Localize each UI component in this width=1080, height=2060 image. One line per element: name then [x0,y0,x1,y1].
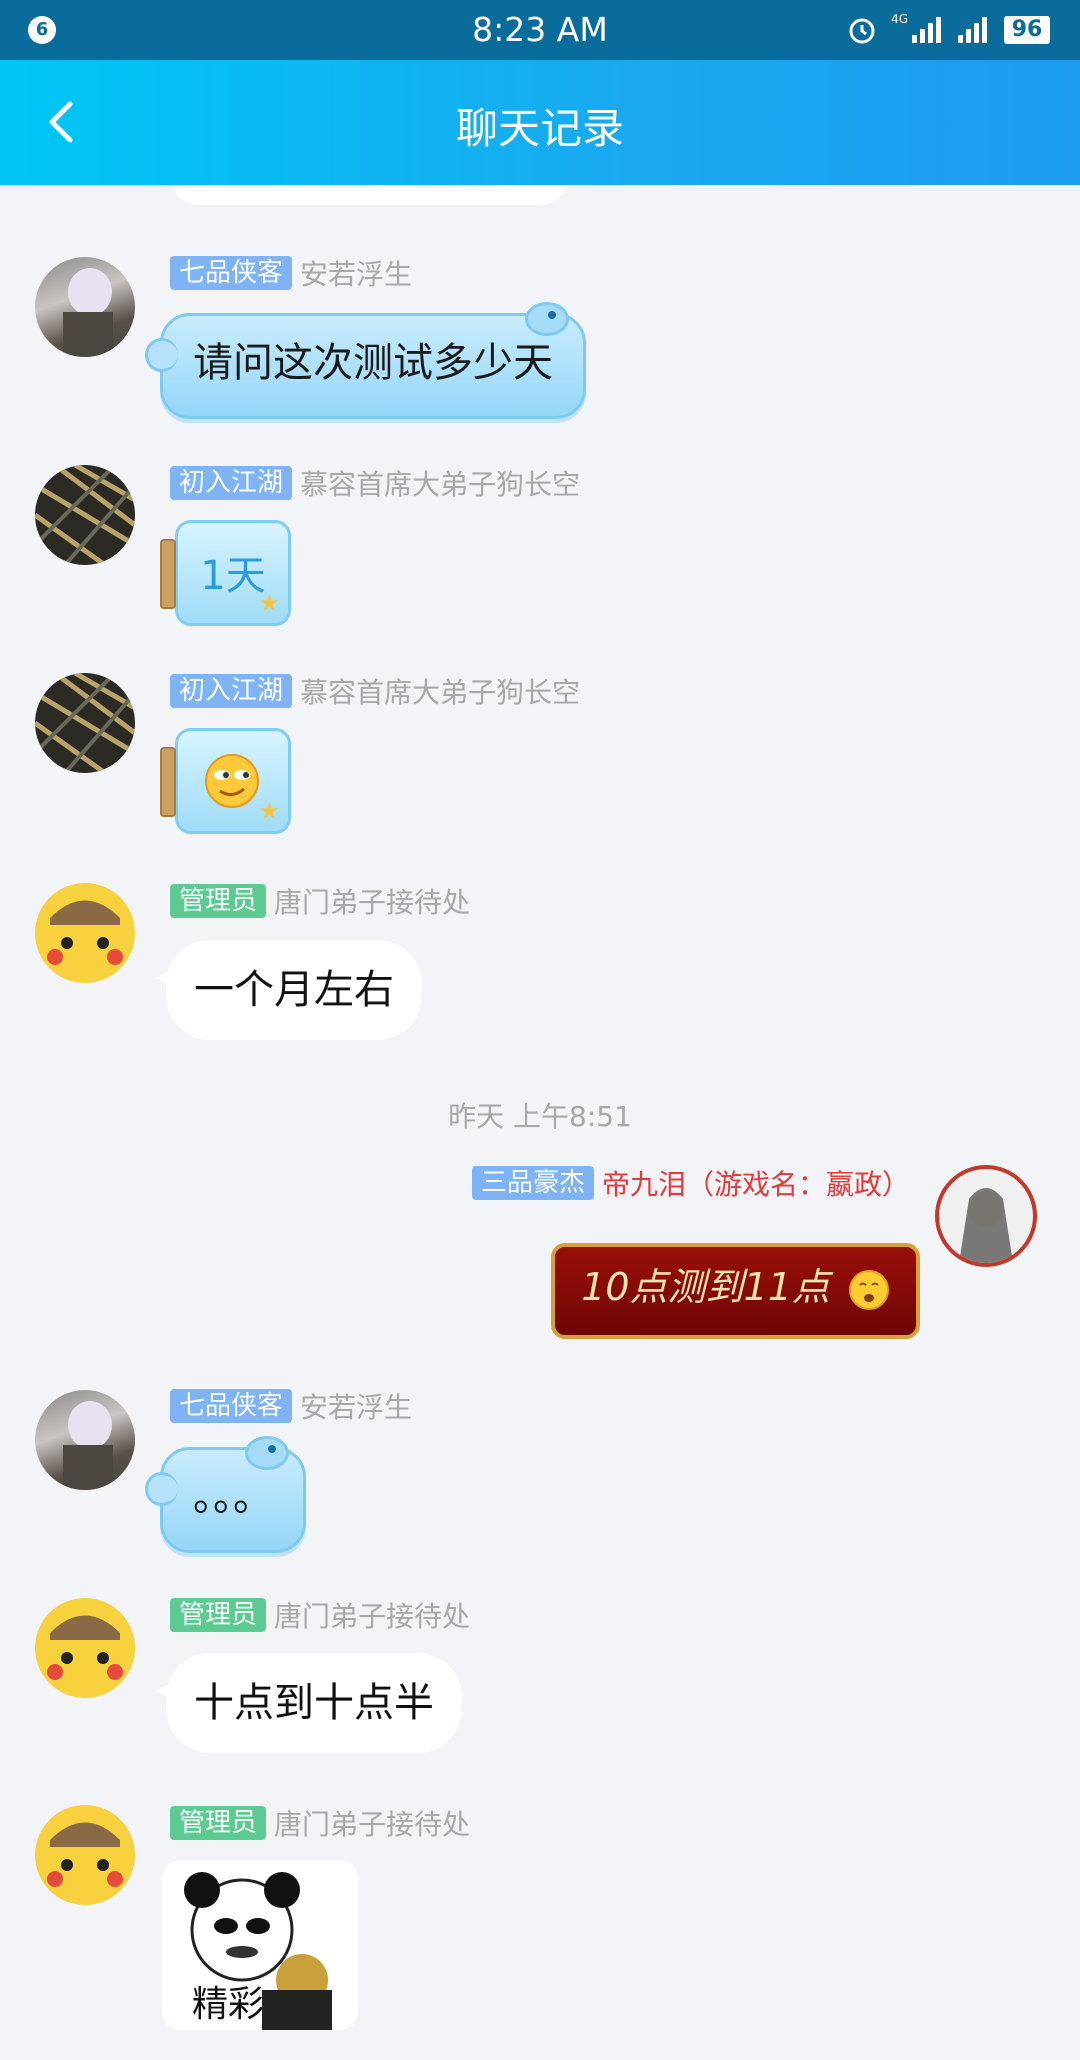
star-icon: ★ [258,797,280,825]
partial-bubble [170,185,570,205]
sender-row: 七品侠客 安若浮生 [170,255,412,291]
message-bubble[interactable]: 请问这次测试多少天 [145,302,586,419]
alarm-icon [849,18,875,44]
sender-name: 唐门弟子接待处 [274,1600,471,1633]
rank-tag: 管理员 [170,1806,267,1840]
avatar[interactable] [35,465,135,565]
star-icon: ★ [258,589,280,617]
yawn-emoji-icon [849,1269,889,1310]
message-bubble[interactable]: 一个月左右 [156,940,422,1040]
message-bubble[interactable]: 。。。 [145,1436,306,1553]
timestamp: 昨天 上午8:51 [448,1100,632,1133]
status-icons: 4G 96 [847,12,1050,48]
battery-indicator: 96 [1004,16,1050,44]
sender-name: 帝九泪（游戏名：嬴政） [601,1168,910,1201]
rank-tag: 初入江湖 [170,674,293,708]
avatar[interactable] [35,1598,135,1698]
sticker-message[interactable]: 精彩 [162,1860,358,2030]
sender-row: 三品豪杰 帝九泪（游戏名：嬴政） [471,1165,910,1201]
message-text: 一个月左右 [194,967,394,1013]
avatar[interactable] [35,883,135,983]
page-title: 聊天记录 [455,104,624,153]
status-bar: 6 8:23 AM 4G 96 [0,0,1080,60]
sender-row: 初入江湖 慕容首席大弟子狗长空 [170,673,580,709]
sender-name: 唐门弟子接待处 [274,886,471,919]
network-type: 4G [891,12,908,26]
message-text: 10点测到11点 [581,1265,830,1309]
chat-list[interactable]: 七品侠客 安若浮生 请问这次测试多少天 初入江湖 慕容首席大弟子狗长空 1天 ★… [0,185,1080,2060]
smirk-emoji-icon [205,754,259,808]
message-bubble[interactable]: ★ [160,728,291,834]
avatar[interactable] [35,1805,135,1905]
sender-row: 管理员 唐门弟子接待处 [170,1597,470,1633]
rank-tag: 三品豪杰 [471,1166,594,1200]
avatar[interactable] [35,673,135,773]
rank-tag: 七品侠客 [170,1389,293,1423]
title-bar: 聊天记录 [0,60,1080,185]
sticker-caption: 精彩 [192,1984,265,2025]
sender-name: 唐门弟子接待处 [274,1808,471,1841]
rank-tag: 初入江湖 [170,466,293,500]
message-bubble[interactable]: 1天 ★ [160,520,291,626]
avatar[interactable] [35,1390,135,1490]
sender-row: 初入江湖 慕容首席大弟子狗长空 [170,465,580,501]
avatar[interactable] [935,1165,1037,1267]
sender-name: 安若浮生 [300,258,413,291]
rank-tag: 管理员 [170,1598,267,1632]
rank-tag: 七品侠客 [170,256,293,290]
message-text: 请问这次测试多少天 [193,340,553,386]
signal-icon [912,17,941,43]
sender-row: 七品侠客 安若浮生 [170,1388,412,1424]
message-bubble[interactable]: 十点到十点半 [156,1653,462,1753]
sender-name: 慕容首席大弟子狗长空 [300,676,581,709]
signal-icon-2 [958,17,987,43]
rank-tag: 管理员 [170,884,267,918]
message-bubble[interactable]: 10点测到11点 [551,1243,920,1339]
message-text: 。。。 [193,1474,273,1520]
message-text: 十点到十点半 [194,1680,434,1726]
sender-row: 管理员 唐门弟子接待处 [170,883,470,919]
sender-name: 慕容首席大弟子狗长空 [300,468,581,501]
avatar[interactable] [35,257,135,357]
sender-row: 管理员 唐门弟子接待处 [170,1805,470,1841]
sender-name: 安若浮生 [300,1391,413,1424]
